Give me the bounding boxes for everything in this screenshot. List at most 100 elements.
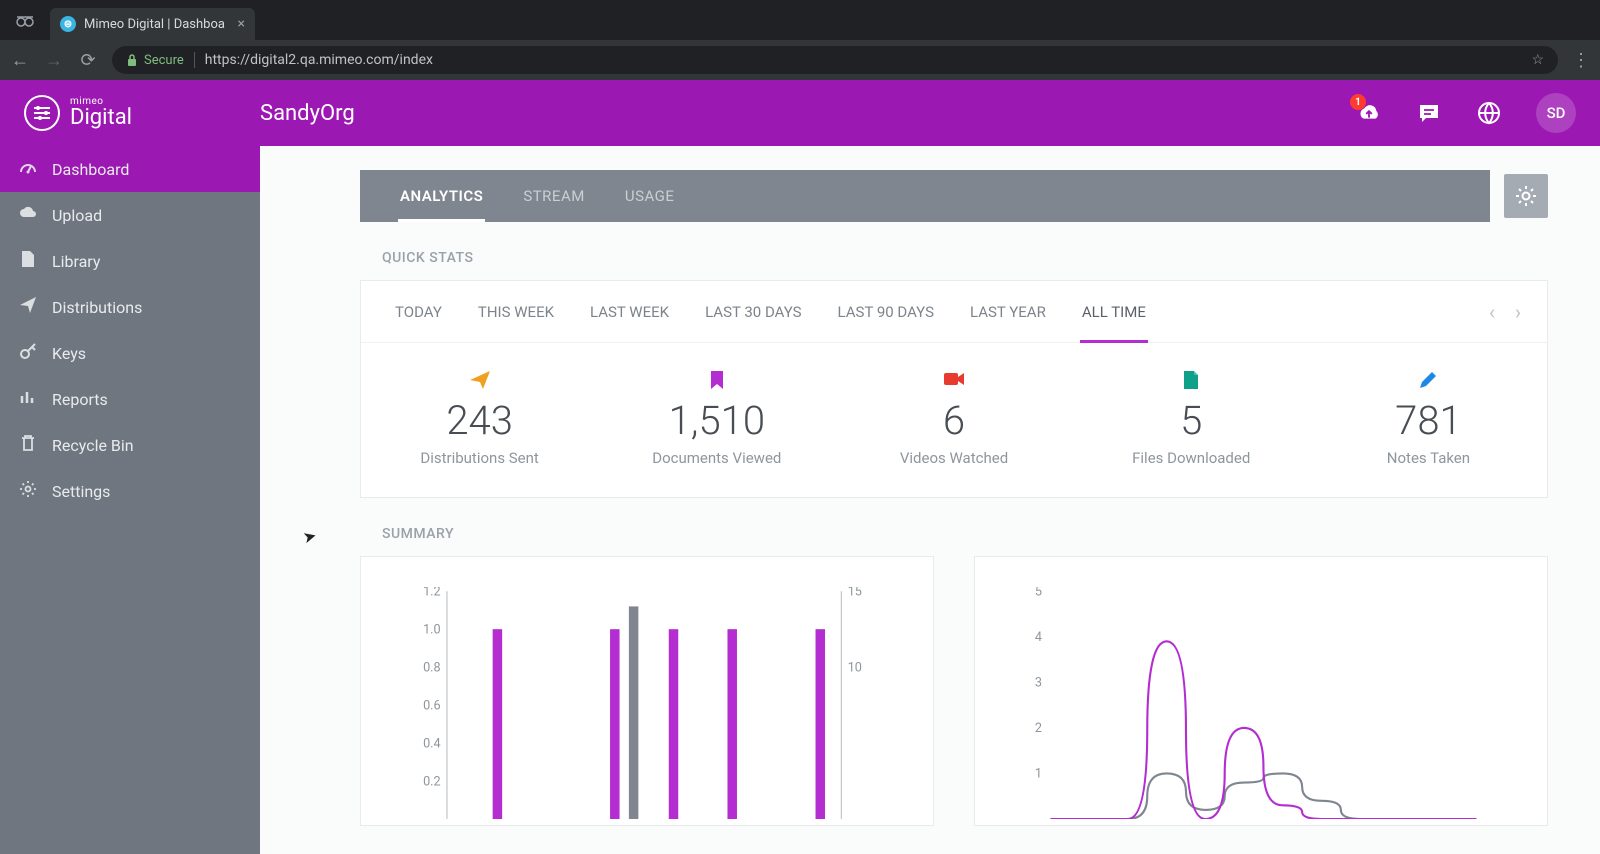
- stat-label: Documents Viewed: [598, 449, 835, 467]
- header-actions: 1 SD: [1356, 93, 1576, 133]
- sidebar-item-dashboard[interactable]: Dashboard: [0, 146, 260, 192]
- app-root: mimeo Digital SandyOrg 1 SD Dashboard Upl…: [0, 80, 1600, 854]
- svg-text:0.6: 0.6: [423, 698, 441, 713]
- messages-icon[interactable]: [1416, 100, 1442, 126]
- sidebar-item-keys[interactable]: Keys: [0, 330, 260, 376]
- browser-menu-icon[interactable]: ⋮: [1572, 50, 1590, 71]
- close-icon[interactable]: ×: [238, 16, 245, 32]
- svg-text:0.8: 0.8: [423, 660, 441, 675]
- stat-value: 781: [1310, 399, 1547, 443]
- stat-label: Files Downloaded: [1073, 449, 1310, 467]
- bookmark-star-icon[interactable]: ☆: [1531, 52, 1544, 68]
- period-last-30-days[interactable]: LAST 30 DAYS: [687, 281, 819, 342]
- svg-text:3: 3: [1035, 676, 1042, 691]
- sidebar-item-label: Reports: [52, 390, 108, 409]
- stat-distributions-sent: 243 Distributions Sent: [361, 369, 598, 467]
- stat-label: Videos Watched: [835, 449, 1072, 467]
- period-selector: TODAYTHIS WEEKLAST WEEKLAST 30 DAYSLAST …: [361, 281, 1547, 343]
- stat-notes-taken: 781 Notes Taken: [1310, 369, 1547, 467]
- period-last-week[interactable]: LAST WEEK: [572, 281, 687, 342]
- brand-title: Digital: [70, 107, 132, 129]
- notification-badge: 1: [1350, 94, 1366, 110]
- app-header: mimeo Digital SandyOrg 1 SD: [0, 80, 1600, 146]
- tab-stream[interactable]: STREAM: [503, 170, 605, 222]
- stat-files-downloaded: 5 Files Downloaded: [1073, 369, 1310, 467]
- quick-stats-card: TODAYTHIS WEEKLAST WEEKLAST 30 DAYSLAST …: [360, 280, 1548, 498]
- sidebar-item-recycle-bin[interactable]: Recycle Bin: [0, 422, 260, 468]
- video-icon: [835, 369, 1072, 393]
- key-icon: [18, 342, 38, 364]
- sidebar-item-distributions[interactable]: Distributions: [0, 284, 260, 330]
- avatar[interactable]: SD: [1536, 93, 1576, 133]
- settings-button[interactable]: [1504, 174, 1548, 218]
- svg-text:1.0: 1.0: [423, 622, 441, 637]
- cloud-upload-icon: [18, 204, 38, 226]
- sidebar-item-upload[interactable]: Upload: [0, 192, 260, 238]
- stat-value: 6: [835, 399, 1072, 443]
- sidebar-item-label: Distributions: [52, 298, 142, 317]
- browser-titlebar: ⊜ Mimeo Digital | Dashboa ×: [0, 0, 1600, 40]
- stats-row: 243 Distributions Sent1,510 Documents View…: [361, 343, 1547, 497]
- incognito-icon: [0, 0, 50, 40]
- cloud-upload-button[interactable]: 1: [1356, 100, 1382, 126]
- browser-toolbar: ← → ⟳ Secure https://digital2.qa.mimeo.c…: [0, 40, 1600, 80]
- gauge-icon: [18, 158, 38, 180]
- file-download-icon: [1073, 369, 1310, 393]
- stat-value: 243: [361, 399, 598, 443]
- tab-usage[interactable]: USAGE: [605, 170, 695, 222]
- url-text: https://digital2.qa.mimeo.com/index: [205, 52, 433, 68]
- favicon-icon: ⊜: [60, 16, 76, 32]
- svg-text:5: 5: [1035, 587, 1042, 599]
- summary-bar-chart: 0.20.40.60.81.01.21015: [360, 556, 934, 826]
- org-name: SandyOrg: [260, 101, 355, 126]
- send-icon: [18, 296, 38, 318]
- chevron-right-icon[interactable]: ›: [1505, 300, 1531, 324]
- stat-label: Notes Taken: [1310, 449, 1547, 467]
- svg-text:4: 4: [1035, 630, 1042, 645]
- period-last-year[interactable]: LAST YEAR: [952, 281, 1064, 342]
- forward-icon[interactable]: →: [44, 50, 64, 71]
- summary-line-chart: 12345: [974, 556, 1548, 826]
- browser-tab[interactable]: ⊜ Mimeo Digital | Dashboa ×: [50, 8, 255, 40]
- app-body: Dashboard Upload Library Distributions Keys R…: [0, 146, 1600, 854]
- sidebar-item-settings[interactable]: Settings: [0, 468, 260, 514]
- period-this-week[interactable]: THIS WEEK: [460, 281, 572, 342]
- back-icon[interactable]: ←: [10, 50, 30, 71]
- period-last-90-days[interactable]: LAST 90 DAYS: [820, 281, 952, 342]
- divider: [194, 52, 195, 68]
- sidebar-item-library[interactable]: Library: [0, 238, 260, 284]
- svg-text:15: 15: [848, 587, 862, 599]
- gear-icon: [18, 480, 38, 502]
- line-chart-svg: 12345: [1013, 587, 1497, 819]
- trash-icon: [18, 434, 38, 456]
- browser-tab-title: Mimeo Digital | Dashboa: [84, 17, 230, 32]
- svg-text:2: 2: [1035, 721, 1042, 736]
- period-all-time[interactable]: ALL TIME: [1064, 281, 1164, 342]
- svg-text:10: 10: [848, 660, 862, 675]
- globe-icon[interactable]: [1476, 100, 1502, 126]
- sidebar-item-label: Keys: [52, 344, 86, 363]
- sidebar-item-label: Dashboard: [52, 160, 129, 179]
- main-content: ANALYTICSSTREAMUSAGE QUICK STATS TODAYTH…: [260, 146, 1600, 854]
- pencil-icon: [1310, 369, 1547, 393]
- file-icon: [18, 250, 38, 272]
- tab-analytics[interactable]: ANALYTICS: [380, 170, 503, 222]
- bar-chart-svg: 0.20.40.60.81.01.21015: [399, 587, 883, 819]
- period-today[interactable]: TODAY: [377, 281, 460, 342]
- svg-text:1.2: 1.2: [423, 587, 441, 599]
- dashboard-tabs: ANALYTICSSTREAMUSAGE: [360, 170, 1490, 222]
- bar-chart-icon: [18, 389, 38, 409]
- chevron-left-icon[interactable]: ‹: [1479, 300, 1505, 324]
- sidebar-item-label: Upload: [52, 206, 102, 225]
- sidebar-item-reports[interactable]: Reports: [0, 376, 260, 422]
- stat-documents-viewed: 1,510 Documents Viewed: [598, 369, 835, 467]
- secure-indicator: Secure: [126, 53, 184, 68]
- address-bar[interactable]: Secure https://digital2.qa.mimeo.com/ind…: [112, 46, 1558, 74]
- stat-value: 5: [1073, 399, 1310, 443]
- paper-plane-icon: [361, 369, 598, 393]
- sidebar-item-label: Recycle Bin: [52, 436, 134, 455]
- stat-label: Distributions Sent: [361, 449, 598, 467]
- brand[interactable]: mimeo Digital: [24, 95, 260, 131]
- reload-icon[interactable]: ⟳: [78, 50, 98, 71]
- stat-value: 1,510: [598, 399, 835, 443]
